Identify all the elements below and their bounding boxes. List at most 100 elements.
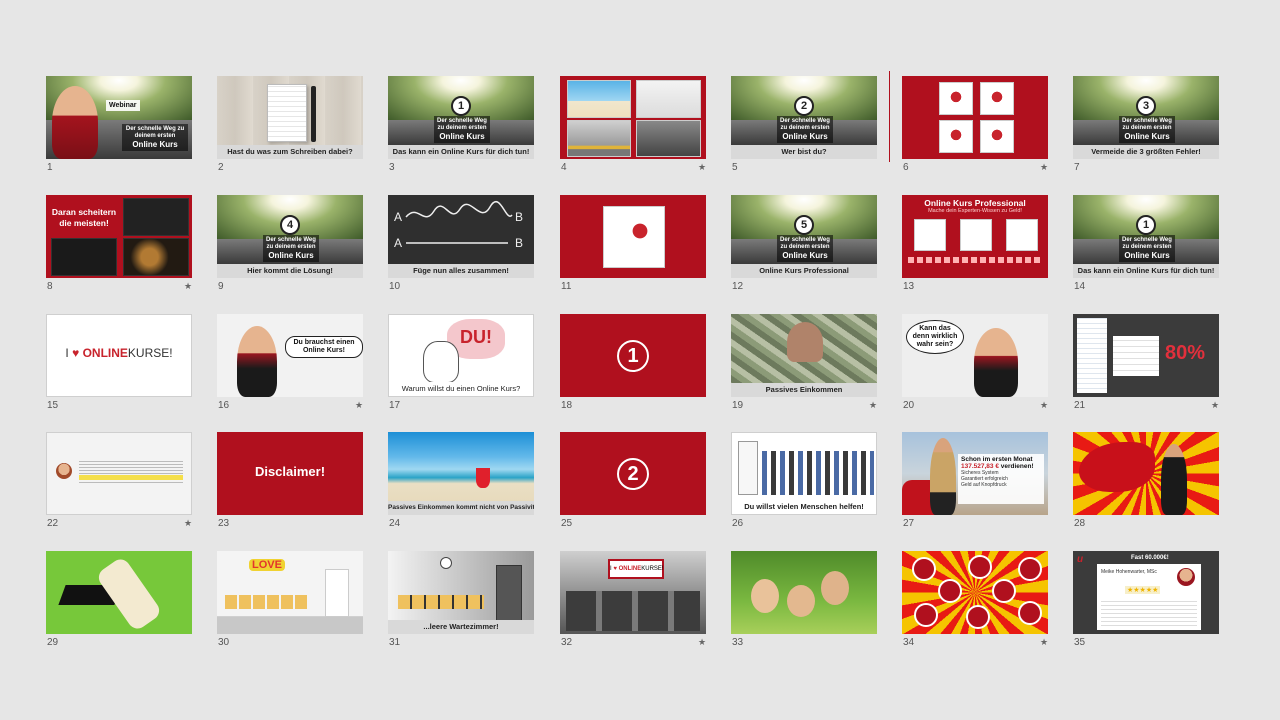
slide-caption: ...leere Wartezimmer! xyxy=(388,620,534,634)
slide-thumbnail-4[interactable] xyxy=(560,76,706,159)
slide-subtitle: Mache dein Experten-Wissen zu Geld! xyxy=(928,208,1022,214)
illustration-tile xyxy=(960,219,992,251)
squiggle-path xyxy=(405,200,513,218)
slide-thumbnail-17[interactable]: DU! Warum willst du einen Online Kurs? xyxy=(388,314,534,397)
step-badge: 1 xyxy=(1136,215,1156,235)
slide-caption: Hast du was zum Schreiben dabei? xyxy=(217,145,363,159)
slide-thumbnail-21[interactable]: 80% xyxy=(1073,314,1219,397)
slide-thumbnail-24[interactable]: Passives Einkommen kommt nicht von Passi… xyxy=(388,432,534,515)
animation-star-icon: ★ xyxy=(1040,400,1049,410)
slide-thumbnail-16[interactable]: Du brauchst einen Online Kurs! xyxy=(217,314,363,397)
animation-star-icon: ★ xyxy=(1040,637,1049,647)
slide-thumbnail-18[interactable]: 1 xyxy=(560,314,706,397)
slide-caption: Online Kurs Professional xyxy=(731,264,877,278)
avatar xyxy=(56,463,72,479)
slide-number: 24 xyxy=(389,518,401,529)
label-b: B xyxy=(515,236,524,250)
brand-logo: u xyxy=(1077,554,1084,565)
profile-card: Meike Hohenwarter, MSc ★★★★★ xyxy=(1097,564,1201,630)
child-photo xyxy=(787,585,815,617)
slide-number: 5 xyxy=(732,162,738,173)
slide-number: 15 xyxy=(47,400,59,411)
slide-number: 6 xyxy=(903,162,909,173)
slide-number: 30 xyxy=(218,637,230,648)
slide-caption: Hier kommt die Lösung! xyxy=(217,264,363,278)
skeleton-photo xyxy=(51,238,117,276)
slide-thumbnail-26[interactable]: Du willst vielen Menschen helfen! xyxy=(731,432,877,515)
slide-number: 28 xyxy=(1074,518,1086,529)
slide-number: 9 xyxy=(218,281,224,292)
step-badge: 5 xyxy=(794,215,814,235)
slide-thumbnail-27[interactable]: Schon im ersten Monat 137.527,83 € verdi… xyxy=(902,432,1048,515)
slide-thumbnail-30[interactable]: LOVE xyxy=(217,551,363,634)
love-online-courses-logo: I ♥ ONLINEKURSE! xyxy=(65,346,173,360)
promo-bullet: Geld auf Knopfdruck xyxy=(961,482,1007,488)
slide-number: 34 xyxy=(903,637,915,648)
slide-caption: Das kann ein Online Kurs für dich tun! xyxy=(388,145,534,159)
promo-box: Schon im ersten Monat 137.527,83 € verdi… xyxy=(958,454,1044,504)
slide-thumbnail-9[interactable]: 4 Der schnelle Weg zu deinem ersten Onli… xyxy=(217,195,363,278)
slide-thumbnail-15[interactable]: I ♥ ONLINEKURSE! xyxy=(46,314,192,397)
course-title-box: Der schnelle Weg zu deinem ersten Online… xyxy=(122,124,188,151)
slide-thumbnail-35[interactable]: u Fast 60.000€! Meike Hohenwarter, MSc ★… xyxy=(1073,551,1219,634)
slide-thumbnail-28[interactable] xyxy=(1073,432,1219,515)
money-person-photo xyxy=(787,322,823,362)
lamp-photo xyxy=(123,238,189,276)
slide-thumbnail-2[interactable]: Hast du was zum Schreiben dabei? xyxy=(217,76,363,159)
slide-thumbnail-13[interactable]: Online Kurs Professional Mache dein Expe… xyxy=(902,195,1048,278)
slide-thumbnail-33[interactable] xyxy=(731,551,877,634)
slide-number: 12 xyxy=(732,281,744,292)
section-number-badge: 1 xyxy=(617,339,649,372)
step-badge: 3 xyxy=(1136,96,1156,116)
slide-thumbnail-25[interactable]: 2 xyxy=(560,432,706,515)
highlight-bar xyxy=(79,475,183,480)
animation-star-icon: ★ xyxy=(698,162,707,172)
percent-figure: 80% xyxy=(1165,342,1206,364)
slide-thumbnail-19[interactable]: Passives Einkommen xyxy=(731,314,877,397)
slide-thumbnail-31[interactable]: ...leere Wartezimmer! xyxy=(388,551,534,634)
slide-thumbnail-34[interactable] xyxy=(902,551,1048,634)
slide-number: 21 xyxy=(1074,400,1086,411)
avatar xyxy=(938,579,962,603)
slide-number: 1 xyxy=(47,162,53,173)
animation-star-icon: ★ xyxy=(869,400,878,410)
slide-caption: Warum willst du einen Online Kurs? xyxy=(389,382,533,396)
slide-thumbnail-8[interactable]: Daran scheitern die meisten! xyxy=(46,195,192,278)
slide-thumbnail-1[interactable]: Webinar Der schnelle Weg zu deinem erste… xyxy=(46,76,192,159)
label-a: A xyxy=(394,236,403,250)
course-title-box: Der schnelle Weg zu deinem ersten Online… xyxy=(434,116,490,143)
watering-can-illustration xyxy=(603,206,665,268)
slide-title: Online Kurs Professional xyxy=(924,198,1026,208)
slide-thumbnail-10[interactable]: A B A B Füge nun alles zusammen! xyxy=(388,195,534,278)
slide-number: 32 xyxy=(561,637,573,648)
slide-thumbnail-23[interactable]: Disclaimer! xyxy=(217,432,363,515)
child-photo xyxy=(821,571,849,605)
webinar-label: Webinar xyxy=(106,100,140,111)
slide-thumbnail-20[interactable]: Kann das denn wirklich wahr sein? xyxy=(902,314,1048,397)
escalator-image xyxy=(566,591,700,631)
slide-number: 22 xyxy=(47,518,59,529)
slide-thumbnail-3[interactable]: 1 Der schnelle Weg zu deinem ersten Onli… xyxy=(388,76,534,159)
slide-thumbnail-11[interactable] xyxy=(560,195,706,278)
animation-star-icon: ★ xyxy=(184,281,193,291)
slide-thumbnail-12[interactable]: 5 Der schnelle Weg zu deinem ersten Onli… xyxy=(731,195,877,278)
slide-thumbnail-29[interactable] xyxy=(46,551,192,634)
slide-thumbnail-5[interactable]: 2 Der schnelle Weg zu deinem ersten Onli… xyxy=(731,76,877,159)
slide-number: 16 xyxy=(218,400,230,411)
slide-number: 31 xyxy=(389,637,401,648)
slide-thumbnail-14[interactable]: 1 Der schnelle Weg zu deinem ersten Onli… xyxy=(1073,195,1219,278)
slide-thumbnail-32[interactable]: I ♥ ONLINEKURSE! xyxy=(560,551,706,634)
profile-name: Meike Hohenwarter, MSc xyxy=(1101,569,1157,575)
animation-star-icon: ★ xyxy=(1040,162,1049,172)
section-number-badge: 2 xyxy=(617,457,649,490)
illustration-tile xyxy=(939,120,973,153)
clock-icon xyxy=(440,557,452,569)
slide-thumbnail-22[interactable] xyxy=(46,432,192,515)
slide-caption: Vermeide die 3 größten Fehler! xyxy=(1073,145,1219,159)
slide-thumbnail-6[interactable] xyxy=(902,76,1048,159)
slide-number: 13 xyxy=(903,281,915,292)
slide-caption: Füge nun alles zusammen! xyxy=(388,264,534,278)
avatar xyxy=(1018,601,1042,625)
slide-number: 33 xyxy=(732,637,744,648)
slide-thumbnail-7[interactable]: 3 Der schnelle Weg zu deinem ersten Onli… xyxy=(1073,76,1219,159)
